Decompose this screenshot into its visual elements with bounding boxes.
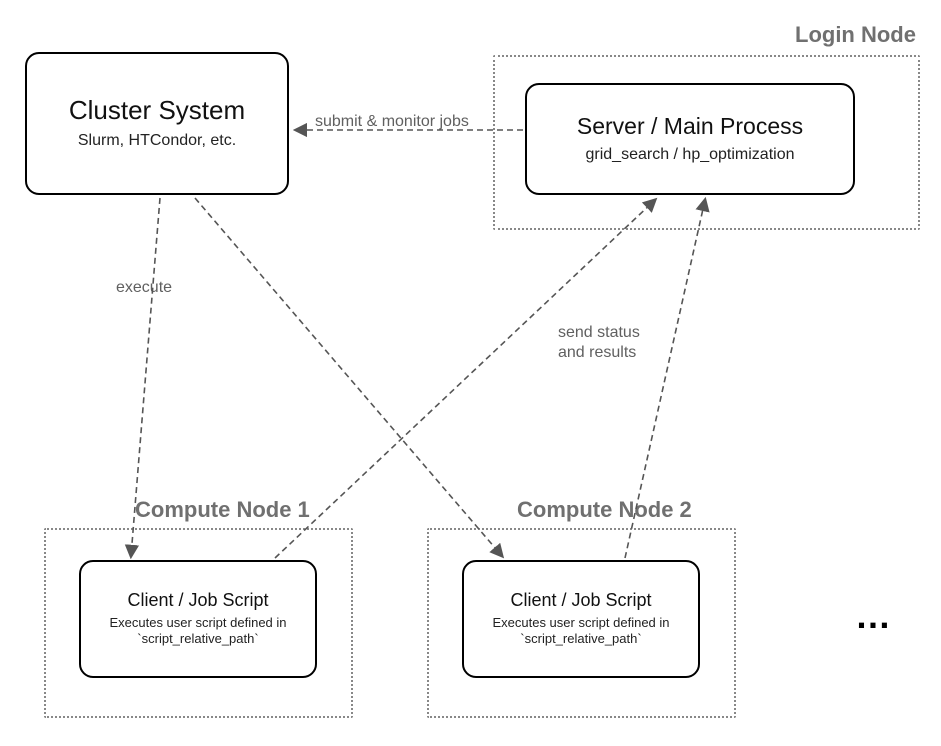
edge-label-execute: execute [116,278,172,298]
client2-title: Client / Job Script [510,590,651,611]
server-subtitle: grid_search / hp_optimization [585,145,794,165]
ellipsis: … [855,595,893,637]
client2-subtitle: Executes user script defined in `script_… [474,615,688,648]
compute2-label: Compute Node 2 [517,497,692,523]
compute1-label: Compute Node 1 [135,497,310,523]
client1-subtitle: Executes user script defined in `script_… [91,615,305,648]
cluster-system-box: Cluster System Slurm, HTCondor, etc. [25,52,289,195]
edge-label-status: send status and results [558,323,640,363]
edge-label-submit: submit & monitor jobs [315,112,469,132]
client1-title: Client / Job Script [127,590,268,611]
server-box: Server / Main Process grid_search / hp_o… [525,83,855,195]
cluster-system-subtitle: Slurm, HTCondor, etc. [78,131,236,151]
client2-box: Client / Job Script Executes user script… [462,560,700,678]
cluster-system-title: Cluster System [69,96,245,126]
login-node-label: Login Node [795,22,916,48]
server-title: Server / Main Process [577,113,803,139]
client1-box: Client / Job Script Executes user script… [79,560,317,678]
